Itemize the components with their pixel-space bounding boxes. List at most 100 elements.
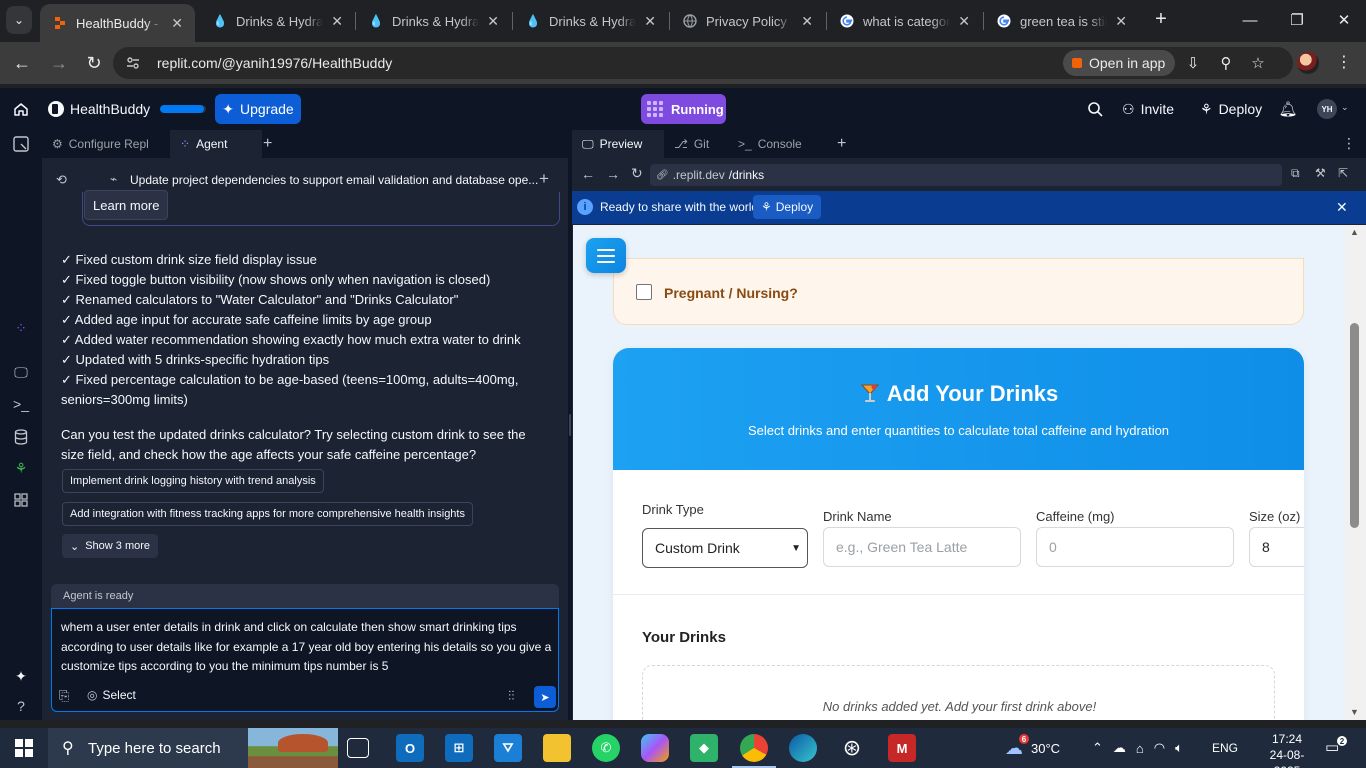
ai-sparkle-icon[interactable]: ✦ bbox=[11, 666, 31, 686]
project-name[interactable]: HealthBuddy bbox=[70, 101, 150, 117]
preview-icon[interactable]: 🖵︎ bbox=[11, 362, 31, 382]
size-input[interactable]: 8 bbox=[1249, 527, 1304, 567]
outlook-icon[interactable]: O bbox=[396, 734, 424, 762]
tab-search-button[interactable]: ⌄ bbox=[6, 6, 32, 34]
language-indicator[interactable]: ENG bbox=[1212, 728, 1238, 768]
help-icon[interactable]: ? bbox=[11, 696, 31, 716]
database-icon[interactable] bbox=[11, 427, 31, 447]
caffeine-input[interactable]: 0 bbox=[1036, 527, 1234, 567]
agent-icon[interactable]: ⁘ bbox=[11, 318, 31, 338]
close-icon[interactable]: ✕ bbox=[1336, 199, 1348, 216]
tab-drinks-2[interactable]: 💧 Drinks & Hydration ✕ bbox=[356, 4, 511, 38]
scrollbar-thumb[interactable] bbox=[1350, 323, 1359, 528]
tab-agent[interactable]: ⁘ Agent bbox=[170, 130, 262, 158]
tab-drinks-1[interactable]: 💧 Drinks & Hydration ✕ bbox=[200, 4, 355, 38]
files-icon[interactable] bbox=[11, 134, 31, 154]
zoom-icon[interactable]: ⚲ bbox=[1216, 53, 1236, 73]
send-button[interactable]: ➤ bbox=[534, 686, 556, 708]
pane-menu-icon[interactable]: ⋮ bbox=[1342, 135, 1356, 152]
back-button[interactable]: ← bbox=[581, 166, 595, 182]
new-tab-button[interactable]: + bbox=[1150, 8, 1172, 30]
chrome-icon[interactable] bbox=[740, 734, 768, 762]
add-tab-button[interactable]: + bbox=[837, 135, 846, 153]
scroll-up-icon[interactable]: ▲ bbox=[1350, 227, 1359, 237]
back-button[interactable]: ← bbox=[10, 51, 34, 75]
thread-title[interactable]: Update project dependencies to support e… bbox=[130, 173, 538, 187]
windows-start-button[interactable] bbox=[15, 739, 33, 757]
chatgpt-icon[interactable]: ⊛ bbox=[838, 734, 866, 762]
chevron-up-icon[interactable]: ⌃ bbox=[1092, 740, 1103, 756]
external-link-icon[interactable]: ⇱ bbox=[1338, 166, 1348, 180]
chevron-down-icon[interactable]: ⌄ bbox=[1341, 102, 1349, 113]
close-icon[interactable]: ✕ bbox=[644, 13, 656, 30]
reload-button[interactable]: ↻ bbox=[631, 165, 643, 182]
install-icon[interactable]: ⇩ bbox=[1183, 53, 1203, 73]
close-icon[interactable]: ✕ bbox=[487, 13, 499, 30]
tab-preview[interactable]: 🖵︎ Preview bbox=[572, 130, 664, 158]
tab-configure-repl[interactable]: ⚙ Configure Repl bbox=[42, 130, 159, 158]
tab-google-category[interactable]: what is category ✕ bbox=[827, 4, 982, 38]
close-icon[interactable]: ✕ bbox=[1115, 13, 1127, 30]
task-view-icon[interactable] bbox=[347, 738, 369, 758]
wrench-icon[interactable]: ⚒ bbox=[1315, 166, 1326, 180]
close-icon[interactable]: ✕ bbox=[171, 15, 183, 32]
user-avatar[interactable]: YH bbox=[1317, 99, 1337, 119]
pregnant-checkbox[interactable] bbox=[636, 284, 652, 300]
suggestion-chip[interactable]: Implement drink logging history with tre… bbox=[62, 469, 324, 493]
all-tools-icon[interactable] bbox=[11, 490, 31, 510]
history-icon[interactable]: ⟲ bbox=[56, 172, 67, 188]
tab-git[interactable]: ⎇ Git bbox=[664, 130, 719, 158]
select-element-button[interactable]: ◎ Select bbox=[87, 688, 136, 702]
invite-button[interactable]: ⚇ Invite bbox=[1122, 96, 1174, 122]
bell-icon[interactable]: 🔔︎ bbox=[1278, 100, 1297, 118]
sliders-icon[interactable]: ⫶⫶ bbox=[508, 688, 515, 704]
upgrade-button[interactable]: ✦ Upgrade bbox=[215, 94, 301, 124]
search-icon[interactable] bbox=[1086, 100, 1104, 118]
preview-url-input[interactable]: 🔗︎ .replit.dev/drinks bbox=[650, 164, 1282, 186]
bookmark-star-icon[interactable]: ☆ bbox=[1248, 53, 1268, 73]
copilot-icon[interactable] bbox=[641, 734, 669, 762]
restore-button[interactable]: ❐ bbox=[1285, 8, 1309, 32]
network-icon[interactable]: ⌂ bbox=[1136, 741, 1144, 756]
pinned-app-2-icon[interactable]: ◆ bbox=[690, 734, 718, 762]
taskbar-search[interactable]: ⚲ Type here to search bbox=[48, 728, 338, 768]
agent-prompt-input[interactable]: whem a user enter details in drink and c… bbox=[51, 608, 559, 712]
weather-widget[interactable]: ☁ 30°C bbox=[1005, 728, 1060, 768]
tab-console[interactable]: >_ Console bbox=[728, 130, 812, 158]
tab-drinks-3[interactable]: 💧 Drinks & Hydration ✕ bbox=[513, 4, 668, 38]
close-icon[interactable]: ✕ bbox=[331, 13, 343, 30]
microsoft-store-icon[interactable]: ⊞ bbox=[445, 734, 473, 762]
close-icon[interactable]: ✕ bbox=[801, 13, 813, 30]
cloud-icon[interactable]: ☁ bbox=[1113, 740, 1126, 756]
drink-type-select[interactable]: Custom Drink ▼ bbox=[642, 528, 808, 568]
tab-privacy-policy[interactable]: Privacy Policy - D ✕ bbox=[670, 4, 825, 38]
whatsapp-icon[interactable]: ✆ bbox=[592, 734, 620, 762]
show-more-button[interactable]: ⌄ Show 3 more bbox=[62, 534, 159, 558]
forward-button[interactable]: → bbox=[47, 51, 71, 75]
open-in-app-button[interactable]: Open in app bbox=[1063, 50, 1176, 76]
prompt-text[interactable]: whem a user enter details in drink and c… bbox=[61, 618, 555, 677]
paperclip-icon[interactable]: ⎘ bbox=[59, 688, 69, 704]
close-icon[interactable]: ✕ bbox=[958, 13, 970, 30]
resize-handle[interactable] bbox=[569, 414, 571, 436]
taskbar-clock[interactable]: 17:24 24-08-2025 bbox=[1262, 731, 1312, 768]
preview-scrollbar[interactable]: ▲ ▼ bbox=[1345, 225, 1366, 720]
pregnant-label[interactable]: Pregnant / Nursing? bbox=[664, 285, 798, 301]
reload-button[interactable]: ↻ bbox=[82, 51, 106, 75]
minimize-button[interactable]: — bbox=[1238, 8, 1262, 32]
profile-avatar[interactable] bbox=[1297, 52, 1319, 74]
menu-toggle-button[interactable] bbox=[586, 238, 626, 273]
console-icon[interactable]: >_ bbox=[11, 394, 31, 414]
site-info-icon[interactable] bbox=[125, 55, 141, 71]
wifi-icon[interactable]: ◠ bbox=[1154, 740, 1165, 756]
git-icon[interactable]: ⚘ bbox=[11, 458, 31, 478]
tab-google-green-tea[interactable]: green tea is stim ✕ bbox=[984, 4, 1139, 38]
suggestion-chip[interactable]: Add integration with fitness tracking ap… bbox=[62, 502, 473, 526]
volume-icon[interactable]: 🔈︎ bbox=[1175, 740, 1183, 756]
edge-icon[interactable] bbox=[789, 734, 817, 762]
file-explorer-icon[interactable] bbox=[543, 734, 571, 762]
gmail-icon[interactable]: M bbox=[888, 734, 916, 762]
new-thread-button[interactable]: + bbox=[539, 169, 549, 189]
pinned-app-icon[interactable]: ⛛ bbox=[494, 734, 522, 762]
learn-more-button[interactable]: Learn more bbox=[84, 190, 169, 220]
